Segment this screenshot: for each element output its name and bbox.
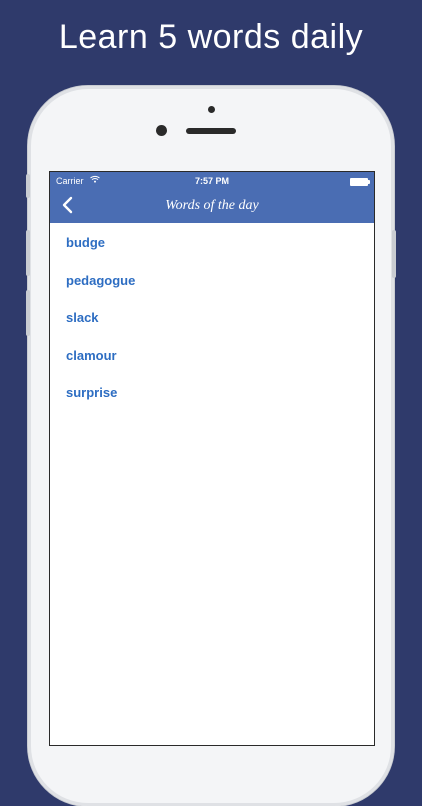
status-bar: Carrier 7:57 PM	[50, 175, 374, 189]
word-list: budge pedagogue slack clamour surprise	[50, 223, 374, 412]
headline: Learn 5 words daily	[58, 18, 364, 56]
nav-title: Words of the day	[165, 198, 259, 213]
list-item[interactable]: budge	[50, 224, 374, 262]
clock-time: 7:57 PM	[194, 176, 229, 186]
navigation-bar: Carrier 7:57 PM Words of the day	[50, 172, 374, 223]
volume-down-button	[26, 290, 30, 336]
mute-switch	[26, 174, 30, 198]
power-button	[392, 230, 396, 278]
phone-screen: Carrier 7:57 PM Words of the day budge p…	[49, 171, 375, 746]
battery-icon	[350, 178, 370, 186]
volume-up-button	[26, 230, 30, 276]
list-item[interactable]: surprise	[50, 374, 374, 412]
list-item[interactable]: pedagogue	[50, 262, 374, 300]
list-item[interactable]: slack	[50, 299, 374, 337]
earpiece-speaker	[186, 128, 236, 134]
proximity-sensor	[208, 106, 215, 113]
front-camera	[156, 125, 167, 136]
list-item[interactable]: clamour	[50, 337, 374, 375]
